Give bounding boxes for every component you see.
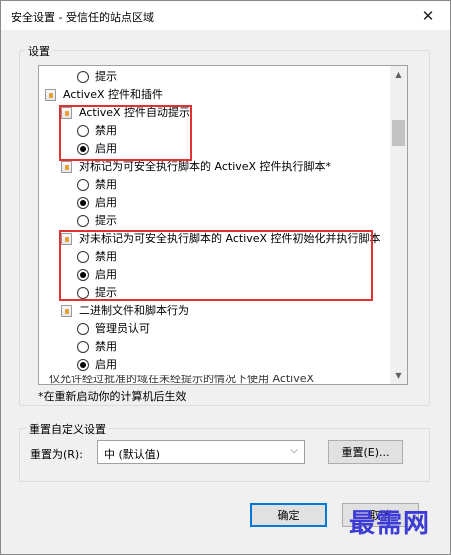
radio-option[interactable]: 禁用 (39, 338, 389, 356)
option-label: 提示 (95, 214, 117, 227)
radio-option[interactable]: 启用 (39, 194, 389, 212)
settings-item: 二进制文件和脚本行为 (39, 302, 389, 320)
radio-unchecked-icon[interactable] (77, 215, 89, 227)
window-title: 安全设置 - 受信任的站点区域 (11, 11, 154, 24)
restart-note: *在重新启动你的计算机后生效 (38, 390, 187, 403)
option-label: 管理员认可 (95, 322, 150, 335)
radio-unchecked-icon[interactable] (77, 71, 89, 83)
reset-level-dropdown[interactable]: 中 (默认值) ⌵ (97, 440, 305, 464)
title-bar: 安全设置 - 受信任的站点区域 ✕ (1, 1, 450, 30)
radio-unchecked-icon[interactable] (77, 179, 89, 191)
radio-option[interactable]: 提示 (39, 68, 389, 86)
scroll-down-arrow-icon[interactable]: ▼ (390, 367, 407, 384)
radio-option[interactable]: 启用 (39, 356, 389, 374)
radio-option[interactable]: 禁用 (39, 176, 389, 194)
reset-to-label: 重置为(R): (30, 448, 83, 461)
option-label: 启用 (95, 196, 117, 209)
site-watermark: 最需网 (348, 509, 430, 539)
settings-page-icon (45, 89, 56, 101)
settings-category: ActiveX 控件和插件 (39, 86, 389, 104)
chevron-down-icon: ⌵ (290, 445, 298, 456)
vertical-scrollbar[interactable]: ▲ ▼ (390, 66, 407, 384)
option-label: ActiveX 控件和插件 (63, 88, 164, 101)
highlight-box-uninitialized-activex (59, 230, 373, 301)
settings-page-icon (61, 305, 72, 317)
radio-unchecked-icon[interactable] (77, 323, 89, 335)
option-label: 禁用 (95, 178, 117, 191)
cut-off-setting-row: 仅允许经过批准的域在未经提示的情况下使用 ActiveX (49, 375, 315, 385)
settings-group-label: 设置 (25, 43, 53, 59)
reset-level-value: 中 (默认值) (104, 448, 161, 461)
security-settings-dialog: 安全设置 - 受信任的站点区域 ✕ 设置 启用 禁用 管理员认可 二进制文件和脚本行为… (0, 0, 451, 555)
radio-checked-icon[interactable] (77, 359, 89, 371)
close-button[interactable]: ✕ (406, 1, 450, 30)
highlight-box-autoprompt (59, 105, 192, 161)
option-label: 启用 (95, 358, 117, 371)
scroll-up-arrow-icon[interactable]: ▲ (390, 66, 407, 83)
option-label: 提示 (95, 70, 117, 83)
option-label: 二进制文件和脚本行为 (79, 304, 189, 317)
option-label: 禁用 (95, 340, 117, 353)
radio-unchecked-icon[interactable] (77, 341, 89, 353)
radio-checked-icon[interactable] (77, 197, 89, 209)
radio-option[interactable]: 管理员认可 (39, 320, 389, 338)
settings-page-icon (61, 161, 72, 173)
radio-option[interactable]: 提示 (39, 212, 389, 230)
ok-button[interactable]: 确定 (250, 503, 327, 527)
reset-button[interactable]: 重置(E)... (328, 440, 403, 464)
reset-group-label: 重置自定义设置 (26, 421, 109, 437)
scrollbar-thumb[interactable] (392, 120, 405, 146)
